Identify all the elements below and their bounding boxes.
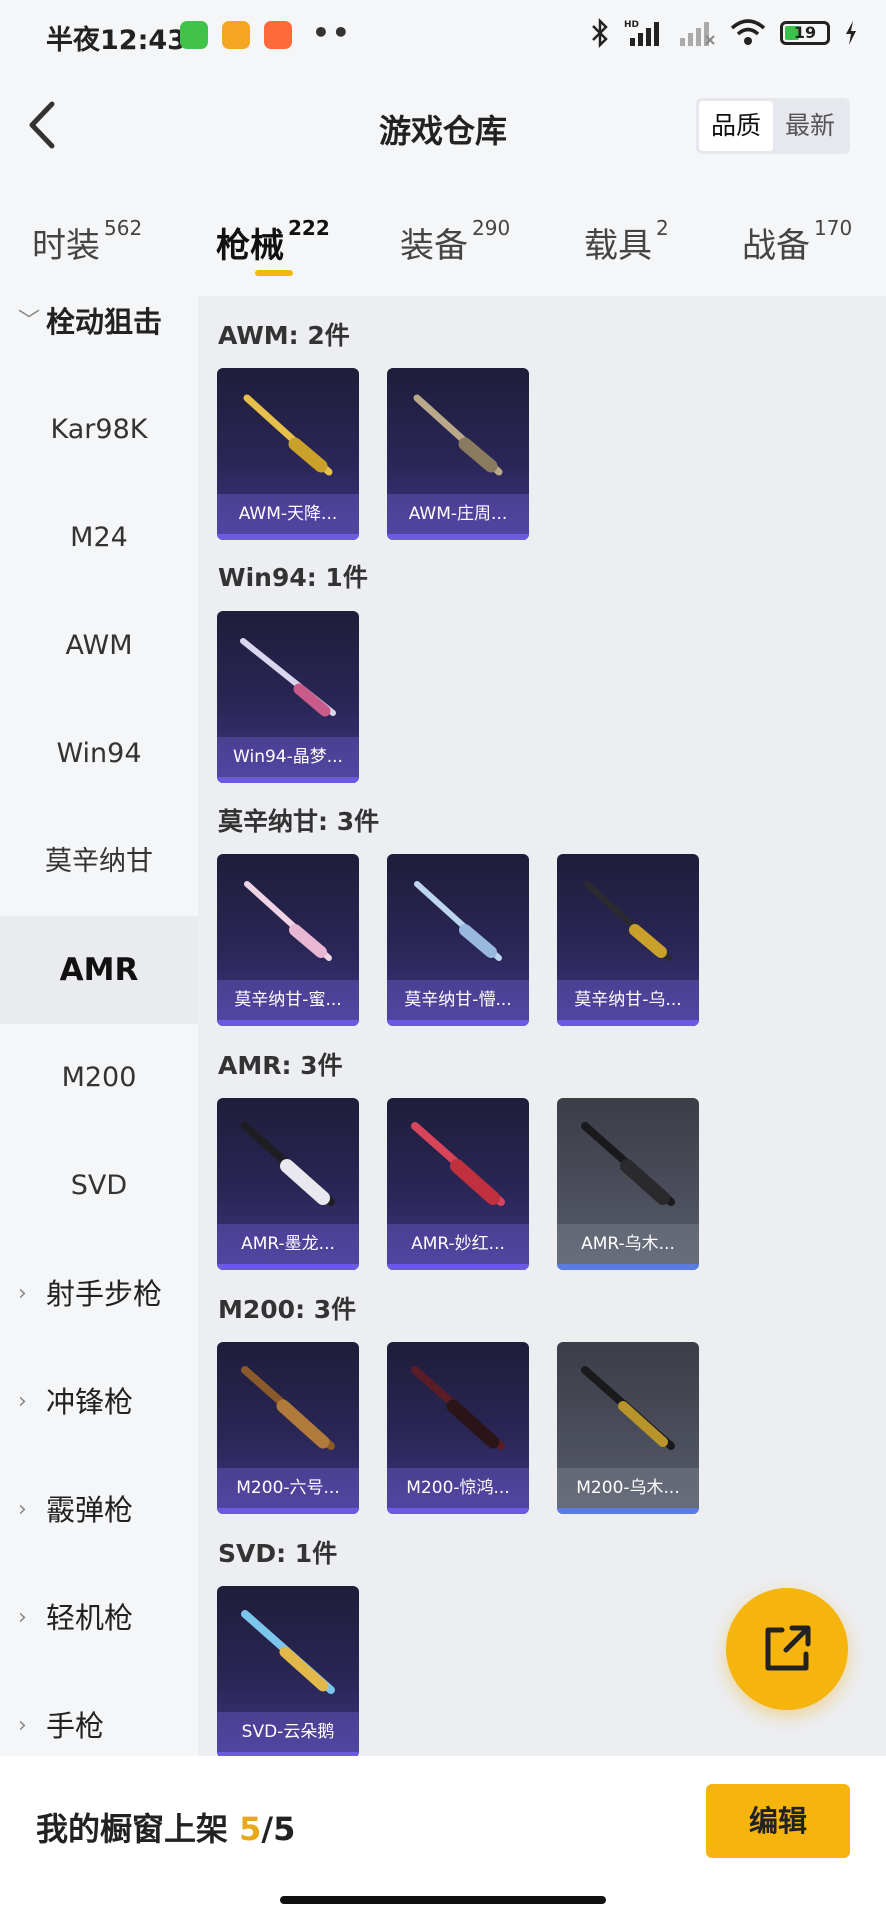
item-card[interactable]: AMR-妙红... [387, 1098, 529, 1270]
section-title-awm: AWM: 2件 [218, 321, 350, 350]
tab-count: 170 [814, 216, 853, 240]
header: 游戏仓库 品质 最新 [0, 72, 886, 180]
item-card[interactable]: 莫辛纳甘-蜜... [217, 854, 359, 1026]
rifle-icon [241, 1366, 335, 1450]
battery-icon: 19 [780, 21, 830, 45]
sidebar-group-shotgun[interactable]: › 霰弹枪 [0, 1456, 198, 1564]
rifle-icon [411, 1366, 505, 1450]
sidebar-group-lmg[interactable]: › 轻机枪 [0, 1564, 198, 1672]
item-card[interactable]: M200-乌木... [557, 1342, 699, 1514]
share-external-icon [765, 1625, 811, 1671]
item-card[interactable]: Win94-晶梦... [217, 611, 359, 783]
rifle-icon [241, 1122, 335, 1206]
sidebar-item-amr[interactable]: AMR [0, 916, 198, 1024]
rifle-icon [584, 881, 672, 961]
tab-count: 562 [104, 216, 143, 240]
section-title-win94: Win94: 1件 [218, 563, 368, 592]
tab-battle-prep[interactable]: 战备 170 [742, 216, 853, 267]
signal-icon: HD [624, 20, 659, 46]
active-tab-indicator [255, 270, 293, 276]
item-card[interactable]: AWM-天降... [217, 368, 359, 540]
sidebar-item-m200[interactable]: M200 [0, 1024, 198, 1132]
tab-count: 290 [472, 216, 511, 240]
chevron-down-icon: ﹀ [18, 309, 41, 334]
app-notification-icon [222, 21, 250, 49]
item-card[interactable]: M200-惊鸿... [387, 1342, 529, 1514]
item-card[interactable]: 莫辛纳甘-乌... [557, 854, 699, 1026]
section-title-amr: AMR: 3件 [218, 1051, 343, 1080]
sidebar-item-win94[interactable]: Win94 [0, 700, 198, 808]
tab-equipment[interactable]: 装备 290 [400, 216, 511, 267]
sidebar: ﹀ 栓动狙击 Kar98K M24 AWM Win94 莫辛纳甘 AMR M20… [0, 296, 198, 1756]
item-card[interactable]: SVD-云朵鹅 [217, 1586, 359, 1756]
app-notification-icon [180, 21, 208, 49]
item-card[interactable]: AMR-墨龙... [217, 1098, 359, 1270]
tab-vehicles[interactable]: 载具 2 [584, 216, 669, 267]
sort-latest-button[interactable]: 最新 [773, 101, 847, 151]
showcase-status: 我的橱窗上架 5/5 [36, 1810, 296, 1848]
chevron-right-icon: › [18, 1389, 27, 1414]
status-time: 半夜12:43 [46, 25, 186, 56]
item-card[interactable]: 莫辛纳甘-懵... [387, 854, 529, 1026]
svg-text:HD: HD [624, 20, 639, 30]
rifle-icon [243, 394, 333, 476]
section-title-m200: M200: 3件 [218, 1295, 357, 1324]
sidebar-item-mosin[interactable]: 莫辛纳甘 [0, 808, 198, 916]
charging-icon [846, 21, 856, 45]
edit-button[interactable]: 编辑 [706, 1784, 850, 1858]
rifle-icon [240, 638, 336, 717]
sidebar-item-m24[interactable]: M24 [0, 484, 198, 592]
rifle-icon [581, 1122, 675, 1206]
tab-weapons[interactable]: 枪械 222 [216, 216, 330, 267]
status-bar: 半夜12:43 •• HD 19 [0, 0, 886, 72]
rifle-icon [244, 881, 332, 961]
sidebar-item-svd[interactable]: SVD [0, 1132, 198, 1240]
sort-quality-button[interactable]: 品质 [698, 101, 773, 151]
rifle-icon [581, 1366, 675, 1450]
sidebar-group-dmr[interactable]: › 射手步枪 [0, 1240, 198, 1348]
sidebar-item-kar98k[interactable]: Kar98K [0, 376, 198, 484]
tab-count: 222 [288, 216, 330, 240]
chevron-right-icon: › [18, 1605, 27, 1630]
section-title-svd: SVD: 1件 [218, 1539, 338, 1568]
chevron-right-icon: › [18, 1497, 27, 1522]
sort-toggle: 品质 最新 [695, 98, 850, 154]
home-indicator[interactable] [280, 1896, 606, 1904]
bluetooth-icon [592, 18, 608, 48]
wifi-icon [730, 19, 766, 45]
app-notification-icon [264, 21, 292, 49]
more-notifications-icon: •• [312, 16, 352, 49]
item-card[interactable]: M200-六号... [217, 1342, 359, 1514]
rifle-icon [241, 1610, 335, 1694]
rifle-icon [411, 1122, 505, 1206]
tab-fashion[interactable]: 时装 562 [32, 216, 143, 267]
signal-2-icon [680, 22, 715, 46]
rifle-icon [413, 394, 503, 476]
item-grid: AWM: 2件 AWM-天降... AWM-庄周... Win94: 1件 Wi… [198, 296, 886, 1756]
section-title-mosin: 莫辛纳甘: 3件 [218, 807, 380, 836]
item-card[interactable]: AWM-庄周... [387, 368, 529, 540]
chevron-right-icon: › [18, 1281, 27, 1306]
tab-count: 2 [656, 216, 669, 240]
item-card[interactable]: AMR-乌木... [557, 1098, 699, 1270]
share-fab[interactable] [726, 1588, 848, 1710]
sidebar-group-smg[interactable]: › 冲锋枪 [0, 1348, 198, 1456]
sidebar-group-bolt-sniper[interactable]: ﹀ 栓动狙击 [0, 268, 198, 376]
rifle-icon [414, 881, 502, 961]
sidebar-item-awm[interactable]: AWM [0, 592, 198, 700]
